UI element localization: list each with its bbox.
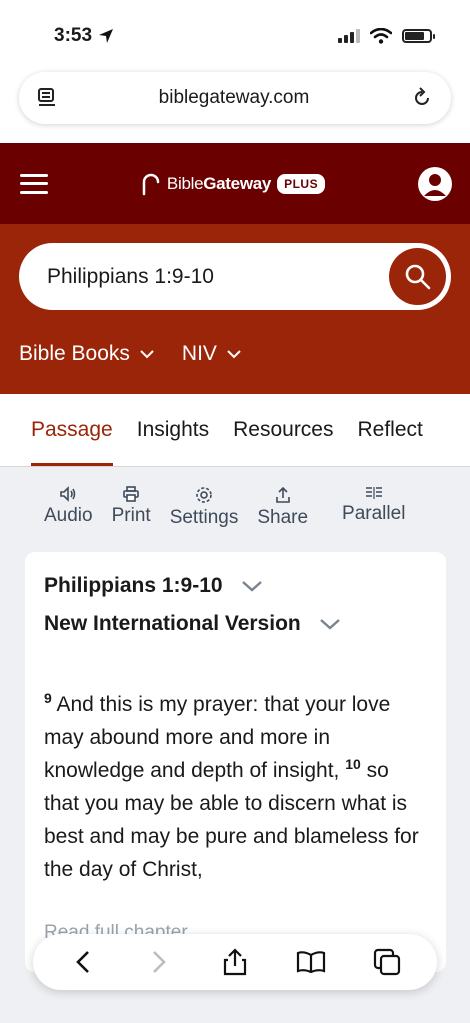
book-icon: [296, 951, 326, 974]
version-label: NIV: [181, 342, 217, 365]
tab-reflect[interactable]: Reflect: [358, 394, 423, 466]
chevron-down-icon: [241, 581, 262, 592]
status-time: 3:53: [54, 25, 114, 47]
bookmarks-button[interactable]: [291, 942, 331, 982]
settings-button[interactable]: Settings: [169, 486, 239, 529]
account-avatar-icon[interactable]: [418, 166, 452, 201]
browser-bottom-toolbar: [33, 934, 437, 990]
logo-text: BibleGateway: [166, 173, 272, 193]
logo-mark-icon: [142, 173, 160, 195]
reader-mode-icon[interactable]: [37, 87, 57, 109]
battery-icon: [402, 29, 435, 43]
print-button[interactable]: Print: [112, 486, 151, 529]
verse-number-10: 10: [345, 756, 361, 772]
search-value[interactable]: Philippians 1:9-10: [47, 265, 214, 289]
verse-9: And this is my prayer: that your love ma…: [44, 693, 391, 782]
search-button[interactable]: [389, 248, 446, 305]
share-icon: [275, 486, 290, 503]
bible-books-label: Bible Books: [19, 342, 130, 365]
plus-badge: PLUS: [277, 173, 326, 194]
share-button[interactable]: Share: [257, 486, 308, 529]
chevron-left-icon: [76, 951, 89, 973]
share-label: Share: [257, 507, 309, 528]
chevron-down-icon: [319, 619, 340, 630]
passage-search-input[interactable]: Philippians 1:9-10: [19, 243, 451, 310]
site-header: BibleGateway PLUS: [0, 143, 470, 224]
print-label: Print: [111, 505, 151, 526]
share-sheet-button[interactable]: [215, 942, 255, 982]
settings-label: Settings: [169, 507, 239, 528]
audio-label: Audio: [44, 505, 93, 526]
search-section: Philippians 1:9-10 Bible Books NIV: [0, 224, 470, 394]
site-logo[interactable]: BibleGateway PLUS: [141, 172, 326, 196]
version-dropdown[interactable]: NIV: [182, 342, 241, 366]
parallel-label: Parallel: [342, 503, 406, 524]
cellular-signal-icon: [338, 29, 360, 43]
selector-row: Bible Books NIV: [19, 342, 241, 366]
bible-books-dropdown[interactable]: Bible Books: [19, 342, 154, 366]
parallel-button[interactable]: Parallel: [342, 486, 405, 529]
parallel-columns-icon: [365, 487, 382, 499]
chevron-right-icon: [153, 951, 166, 973]
browser-url-bar[interactable]: biblegateway.com: [19, 72, 451, 124]
tabs-button[interactable]: [367, 942, 407, 982]
status-bar: 3:53: [0, 0, 470, 72]
back-button[interactable]: [63, 942, 103, 982]
passage-reference-dropdown[interactable]: Philippians 1:9-10: [44, 574, 427, 598]
tab-passage[interactable]: Passage: [31, 394, 113, 466]
chevron-down-icon: [140, 350, 154, 359]
speaker-icon: [60, 486, 76, 502]
url-text[interactable]: biblegateway.com: [159, 87, 310, 109]
forward-button[interactable]: [139, 942, 179, 982]
gear-icon: [196, 487, 212, 503]
version-name: New International Version: [44, 612, 301, 635]
search-icon: [405, 264, 430, 289]
audio-button[interactable]: Audio: [44, 486, 93, 529]
tab-insights[interactable]: Insights: [137, 394, 209, 466]
verse-number-9: 9: [44, 690, 52, 706]
tabs-icon: [373, 948, 401, 976]
wifi-icon: [370, 28, 392, 44]
location-arrow-icon: [99, 29, 114, 43]
tab-resources[interactable]: Resources: [233, 394, 333, 466]
share-icon: [223, 948, 247, 976]
passage-toolbar: Audio Print Settings Share Parallel: [0, 486, 470, 529]
printer-icon: [123, 486, 139, 502]
content-tabs: Passage Insights Resources Reflect: [0, 394, 470, 467]
menu-icon[interactable]: [20, 173, 48, 194]
clock-text: 3:53: [54, 25, 93, 46]
version-name-dropdown[interactable]: New International Version: [44, 612, 427, 636]
passage-card: Philippians 1:9-10 New International Ver…: [25, 552, 446, 972]
chevron-down-icon: [227, 350, 241, 359]
passage-reference: Philippians 1:9-10: [44, 574, 223, 597]
passage-text: 9 And this is my prayer: that your love …: [44, 688, 427, 886]
reload-icon[interactable]: [411, 87, 433, 109]
status-icons: [338, 28, 435, 44]
